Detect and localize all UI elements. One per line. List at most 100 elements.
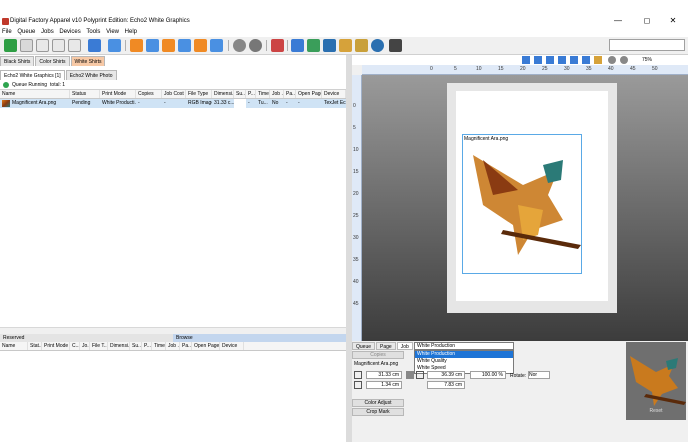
bcol-file-type[interactable]: File T... <box>90 342 108 350</box>
cancel-icon[interactable] <box>210 39 223 52</box>
bcol-print-mode[interactable]: Print Mode <box>42 342 70 350</box>
horizontal-scrollbar[interactable] <box>0 327 346 334</box>
bcol-name[interactable]: Name <box>0 342 28 350</box>
col-copies[interactable]: Copies <box>136 90 162 98</box>
bcol-open-page[interactable]: Open Page <box>192 342 220 350</box>
menu-view[interactable]: View <box>104 28 121 37</box>
device-icon[interactable] <box>249 39 262 52</box>
col-open-page[interactable]: Open Page <box>296 90 322 98</box>
maximize-button[interactable]: ◻ <box>637 16 657 25</box>
col-file-type[interactable]: File Type <box>186 90 212 98</box>
menu-jobs[interactable]: Jobs <box>39 28 56 37</box>
menu-file[interactable]: File <box>0 28 14 37</box>
sort-icon[interactable] <box>178 39 191 52</box>
col-p[interactable]: P... <box>246 90 256 98</box>
bcol-job[interactable]: Job ... <box>166 342 180 350</box>
offset-y-field[interactable]: 7.83 cm <box>427 381 465 389</box>
hold-icon[interactable] <box>194 39 207 52</box>
col-su[interactable]: Su... <box>234 90 246 98</box>
tab-color-shirts[interactable]: Color Shirts <box>35 56 70 66</box>
option-white-production[interactable]: White Production <box>415 351 513 358</box>
zoom-in-icon[interactable] <box>620 56 628 64</box>
bcol-status[interactable]: Stat... <box>28 342 42 350</box>
tools-icon[interactable] <box>355 39 368 52</box>
option-white-quality[interactable]: White Quality <box>415 358 513 365</box>
move-down-icon[interactable] <box>146 39 159 52</box>
bcol-p[interactable]: P... <box>142 342 152 350</box>
align-center-icon[interactable] <box>534 56 542 64</box>
tab-white-shirts[interactable]: White Shirts <box>70 56 106 66</box>
zoom-level[interactable]: 75% <box>642 56 652 64</box>
minimize-button[interactable]: — <box>608 16 628 25</box>
reset-button[interactable]: Reset <box>626 407 686 415</box>
palette-icon[interactable] <box>307 39 320 52</box>
move-bottom-icon[interactable] <box>162 39 175 52</box>
printer-icon[interactable] <box>339 39 352 52</box>
col-job[interactable]: Job ... <box>270 90 284 98</box>
info-icon[interactable] <box>371 39 384 52</box>
bcol-dimensions[interactable]: Dimensi... <box>108 342 130 350</box>
duplicate-icon[interactable] <box>52 39 65 52</box>
align-middle-icon[interactable] <box>570 56 578 64</box>
settings-icon[interactable] <box>323 39 336 52</box>
align-top-icon[interactable] <box>558 56 566 64</box>
align-left-icon[interactable] <box>522 56 530 64</box>
color-adjust-button[interactable]: Color Adjust <box>352 399 404 407</box>
tab-queue[interactable]: Queue <box>352 342 376 350</box>
col-print-mode[interactable]: Print Mode <box>100 90 136 98</box>
bcol-device[interactable]: Device <box>220 342 244 350</box>
tab-browse[interactable]: Browse <box>173 334 346 342</box>
tab-job[interactable]: Job <box>396 342 413 350</box>
col-dimensions[interactable]: Dimensi... <box>212 90 234 98</box>
menu-devices[interactable]: Devices <box>57 28 82 37</box>
profile-icon[interactable] <box>291 39 304 52</box>
tab-black-shirts[interactable]: Black Shirts <box>0 56 35 66</box>
color-icon[interactable] <box>233 39 246 52</box>
queue-icon[interactable] <box>271 39 284 52</box>
height-field[interactable]: 36.39 cm <box>427 371 465 379</box>
rotate-select[interactable]: Nor <box>528 371 550 379</box>
bcol-jo[interactable]: Jo... <box>80 342 90 350</box>
col-time[interactable]: Time <box>256 90 270 98</box>
bcol-time[interactable]: Time <box>152 342 166 350</box>
tab-page[interactable]: Page <box>376 342 396 350</box>
move-up-icon[interactable] <box>108 39 121 52</box>
zoom-out-icon[interactable] <box>608 56 616 64</box>
tab-echo2-white-photo[interactable]: Echo2 White Photo <box>65 70 117 80</box>
col-status[interactable]: Status <box>70 90 100 98</box>
menu-queue[interactable]: Queue <box>15 28 37 37</box>
search-input[interactable] <box>609 39 685 51</box>
copies-button[interactable]: Copies <box>352 351 404 359</box>
tab-echo2-white-graphics[interactable]: Echo2 White Graphics [1] <box>0 70 65 80</box>
col-device[interactable]: Device <box>322 90 346 98</box>
col-pa[interactable]: Pa... <box>284 90 296 98</box>
print-image[interactable]: Magnificent Ara.png <box>462 134 582 274</box>
print-mode-select[interactable]: White Production <box>414 342 514 350</box>
scale-field[interactable]: 100.00 % <box>470 371 506 379</box>
tab-reserved[interactable]: Reserved <box>0 334 173 342</box>
bcol-su[interactable]: Su... <box>130 342 142 350</box>
width-field[interactable]: 31.33 cm <box>366 371 402 379</box>
col-name[interactable]: Name <box>0 90 70 98</box>
add-job-icon[interactable] <box>20 39 33 52</box>
table-row[interactable]: Magnificent Ara.png Pending White Produc… <box>0 99 346 108</box>
print-icon[interactable] <box>88 39 101 52</box>
open-icon[interactable] <box>36 39 49 52</box>
close-button[interactable]: ✕ <box>663 16 683 25</box>
lock-icon[interactable] <box>406 371 414 379</box>
new-icon[interactable] <box>4 39 17 52</box>
print-canvas[interactable]: Magnificent Ara.png <box>362 75 688 341</box>
delete-icon[interactable] <box>68 39 81 52</box>
crop-mark-button[interactable]: Crop Mark <box>352 408 404 416</box>
device-printer-icon[interactable] <box>389 39 402 52</box>
menu-help[interactable]: Help <box>123 28 139 37</box>
bcol-c[interactable]: C... <box>70 342 80 350</box>
offset-x-field[interactable]: 1.34 cm <box>366 381 402 389</box>
menu-tools[interactable]: Tools <box>84 28 102 37</box>
align-bottom-icon[interactable] <box>582 56 590 64</box>
align-right-icon[interactable] <box>546 56 554 64</box>
move-top-icon[interactable] <box>130 39 143 52</box>
fit-icon[interactable] <box>594 56 602 64</box>
bcol-pa[interactable]: Pa... <box>180 342 192 350</box>
col-job-cost[interactable]: Job Cost <box>162 90 186 98</box>
